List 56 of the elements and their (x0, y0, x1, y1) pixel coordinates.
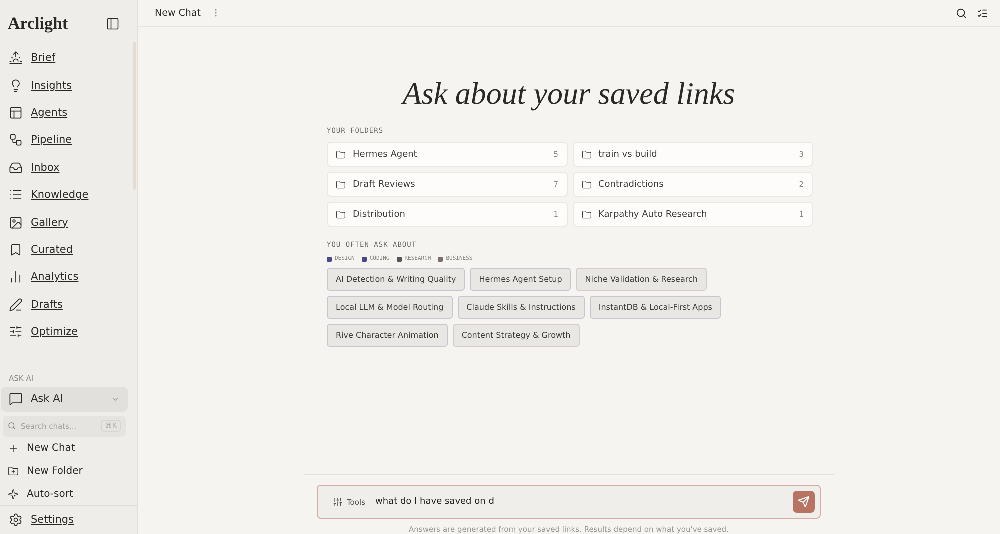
nav-link[interactable]: Gallery (0, 208, 137, 236)
sparkle-icon (8, 488, 19, 500)
nav-link[interactable]: Analytics (0, 264, 137, 292)
sliders-icon (333, 497, 343, 507)
nav-link[interactable]: Drafts (0, 291, 137, 318)
sidebar-action[interactable]: Auto-sort (0, 483, 137, 506)
folder-icon (336, 210, 346, 220)
bar-chart-icon (9, 270, 23, 284)
lightbulb-icon (9, 78, 23, 93)
topic-chip[interactable]: Niche Validation & Research (576, 268, 707, 291)
chat-icon (9, 392, 23, 406)
settings-link[interactable]: Settings (0, 505, 137, 534)
image-icon (9, 216, 23, 230)
folder-icon (336, 180, 346, 190)
pen-icon (9, 298, 23, 312)
nav-link[interactable]: Agents (0, 99, 137, 127)
sidebar-action[interactable]: New Folder (0, 460, 137, 482)
topic-chip[interactable]: Claude Skills & Instructions (458, 296, 585, 319)
send-icon (798, 496, 810, 508)
nav-link[interactable]: Optimize (0, 318, 137, 346)
search-icon[interactable] (956, 8, 967, 18)
search-icon (8, 422, 16, 430)
topic-chip[interactable]: AI Detection & Writing Quality (327, 268, 466, 291)
layout-icon (9, 106, 23, 120)
nav-link[interactable]: Curated (0, 236, 137, 264)
folder-icon (582, 180, 592, 190)
sunrise-icon (9, 51, 23, 66)
nav-link[interactable]: Knowledge (0, 182, 137, 209)
nav-link[interactable]: Brief (0, 44, 137, 72)
sidebar-action[interactable]: New Chat (0, 438, 137, 460)
folder-plus-icon (8, 466, 19, 477)
send-button[interactable] (793, 491, 815, 513)
nodes-icon (9, 133, 23, 148)
folder-icon (336, 150, 346, 160)
app-logo: Arclight (8, 14, 68, 34)
nav-link[interactable]: Pipeline (0, 126, 137, 154)
settings-icon (9, 513, 23, 528)
nav-link[interactable]: Inbox (0, 154, 137, 182)
folder-icon (582, 210, 592, 220)
nav-link[interactable]: Insights (0, 72, 137, 100)
plus-icon (8, 443, 19, 454)
topic-chip[interactable]: Rive Character Animation (327, 324, 448, 347)
ask-ai-item[interactable]: Ask AI (1, 386, 128, 412)
inbox-icon (9, 160, 23, 175)
message-field[interactable]: what do I have saved on d (375, 497, 783, 507)
chat-title: New Chat (155, 8, 201, 18)
folder-icon (582, 150, 592, 160)
topic-chip[interactable]: Local LLM & Model Routing (327, 296, 453, 319)
bookmark-icon (9, 243, 23, 257)
list-icon[interactable] (977, 8, 988, 18)
topic-chip[interactable]: InstantDB & Local-First Apps (590, 296, 722, 319)
topic-chip[interactable]: Hermes Agent Setup (470, 268, 572, 291)
sliders-icon (9, 325, 23, 340)
page-heading: Ask about your saved links (402, 76, 736, 112)
topic-chip[interactable]: Content Strategy & Growth (452, 324, 580, 347)
sidebar-toggle-icon[interactable] (106, 17, 120, 32)
